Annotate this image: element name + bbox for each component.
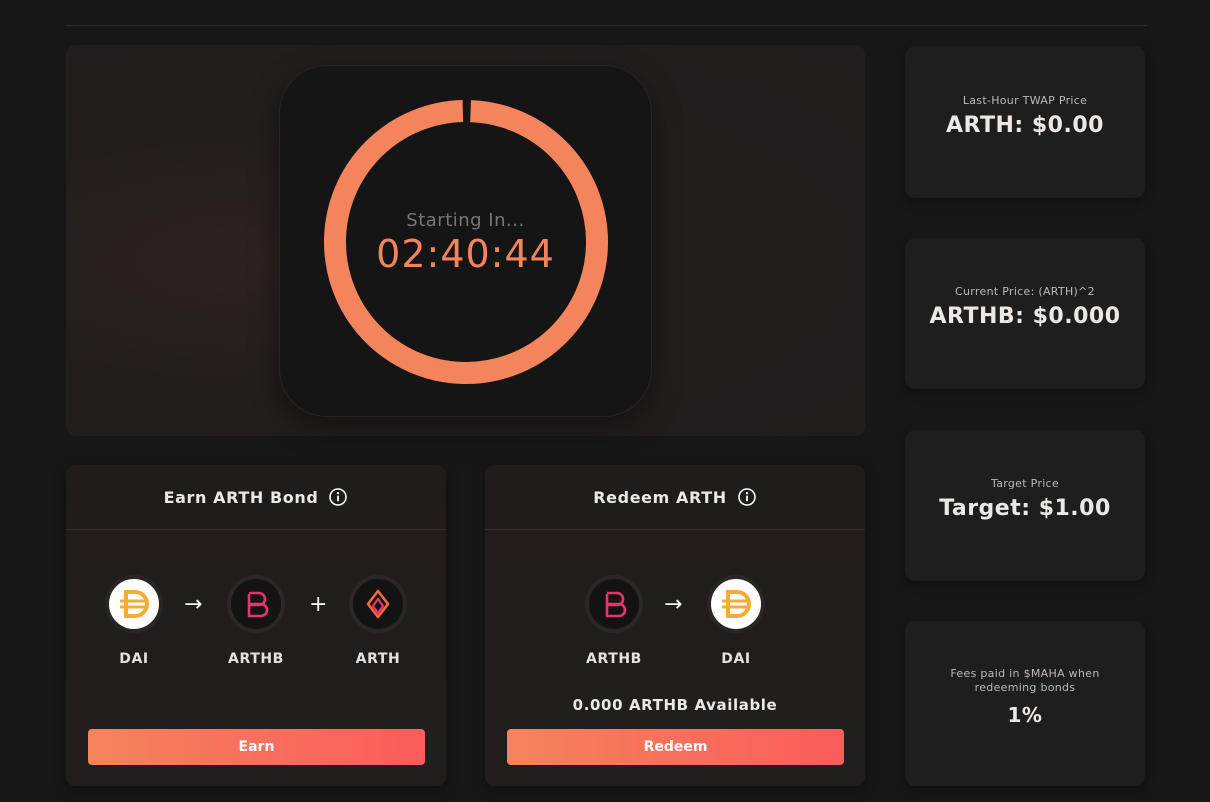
info-icon[interactable] bbox=[328, 487, 348, 507]
stat-label: Fees paid in $MAHA when redeeming bonds bbox=[905, 667, 1145, 695]
earn-button[interactable]: Earn bbox=[88, 729, 425, 765]
dai-icon bbox=[105, 575, 163, 633]
redeem-title: Redeem ARTH bbox=[593, 487, 727, 507]
available-balance: 0.000 ARTHB Available bbox=[572, 696, 778, 714]
token-label: DAI bbox=[721, 651, 751, 667]
earn-bond-card: Earn ARTH Bond DAI → ARTHB + ARTH Earn bbox=[66, 465, 446, 786]
stat-twap-price: Last-Hour TWAP Price ARTH: $0.00 bbox=[905, 46, 1145, 198]
stat-label-line: redeeming bonds bbox=[974, 681, 1076, 694]
stat-label: Last-Hour TWAP Price bbox=[962, 94, 1088, 107]
arthb-icon bbox=[585, 575, 643, 633]
redeem-button[interactable]: Redeem bbox=[507, 729, 844, 765]
arrow-icon: → bbox=[664, 592, 683, 617]
token-label: ARTHB bbox=[586, 651, 642, 667]
earn-bond-title: Earn ARTH Bond bbox=[163, 487, 319, 507]
token-label: ARTH bbox=[355, 651, 401, 667]
token-dai: DAI bbox=[100, 575, 168, 667]
stat-redeem-fee: Fees paid in $MAHA when redeeming bonds … bbox=[905, 621, 1145, 786]
stat-target-price: Target Price Target: $1.00 bbox=[905, 430, 1145, 581]
token-arthb: ARTHB bbox=[580, 575, 648, 667]
token-label: DAI bbox=[119, 651, 149, 667]
countdown-card: Starting In... 02:40:44 bbox=[279, 65, 652, 417]
token-dai: DAI bbox=[702, 575, 770, 667]
arth-icon bbox=[349, 575, 407, 633]
arthb-icon bbox=[227, 575, 285, 633]
redeem-card: Redeem ARTH ARTHB → DAI 0.000 ARTHB Avai… bbox=[485, 465, 865, 786]
countdown-label: Starting In... bbox=[406, 210, 525, 231]
stat-label: Target Price bbox=[991, 477, 1059, 490]
redeem-header: Redeem ARTH bbox=[485, 465, 865, 530]
plus-icon: + bbox=[309, 592, 328, 617]
info-icon[interactable] bbox=[737, 487, 757, 507]
token-arth: ARTH bbox=[344, 575, 412, 667]
arrow-icon: → bbox=[184, 592, 203, 617]
stat-value: ARTHB: $0.000 bbox=[929, 304, 1121, 329]
stat-value: 1% bbox=[1007, 703, 1043, 727]
stat-label-line: Fees paid in $MAHA when bbox=[950, 667, 1100, 680]
header-divider bbox=[66, 25, 1147, 26]
stat-label: Current Price: (ARTH)^2 bbox=[955, 285, 1095, 298]
stat-value: ARTH: $0.00 bbox=[946, 113, 1104, 138]
countdown-value: 02:40:44 bbox=[376, 232, 555, 276]
earn-bond-header: Earn ARTH Bond bbox=[66, 465, 446, 530]
stat-current-price: Current Price: (ARTH)^2 ARTHB: $0.000 bbox=[905, 238, 1145, 389]
token-arthb: ARTHB bbox=[222, 575, 290, 667]
stat-value: Target: $1.00 bbox=[939, 496, 1111, 521]
token-label: ARTHB bbox=[228, 651, 284, 667]
dai-icon bbox=[707, 575, 765, 633]
